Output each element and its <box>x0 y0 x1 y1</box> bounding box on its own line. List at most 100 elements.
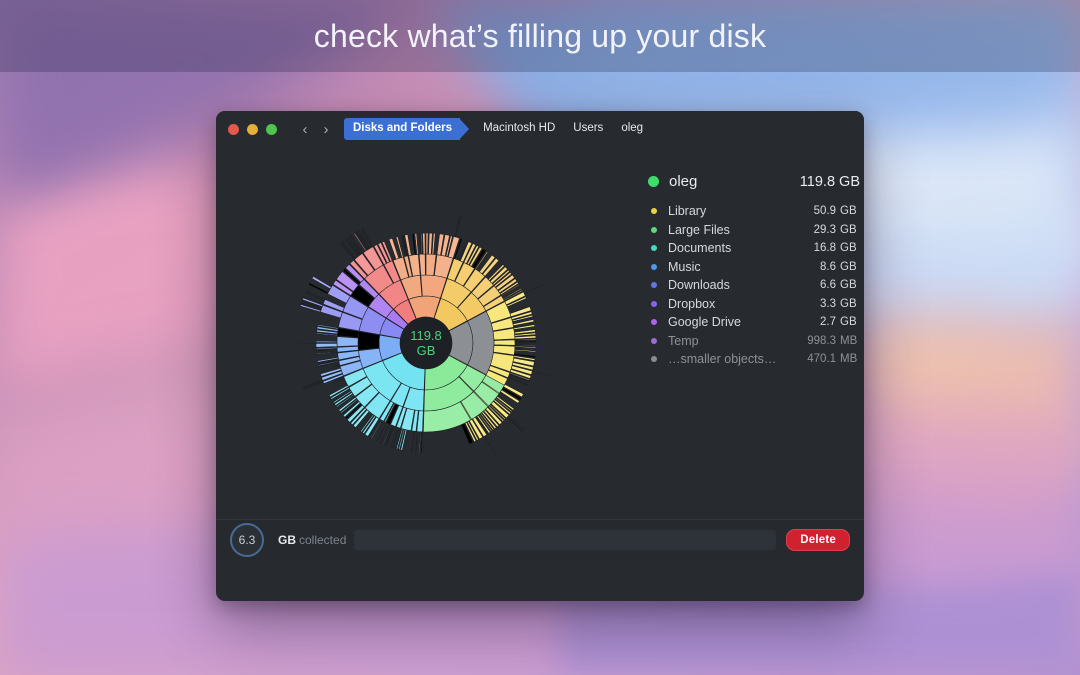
zoom-button[interactable] <box>266 123 277 135</box>
sunburst-segment[interactable] <box>302 380 323 389</box>
sunburst-segment[interactable] <box>506 416 524 432</box>
collected-gauge-value: 6.3 <box>238 533 256 547</box>
legend-item-size-unit: GB <box>840 223 857 236</box>
sunburst-chart[interactable]: 119.8 GB <box>216 147 636 560</box>
legend-item-size-number: 16.8 <box>813 242 836 255</box>
legend-row[interactable]: …smaller objects… 470.1 MB <box>648 350 860 369</box>
collected-word: collected <box>299 533 347 547</box>
sunburst-segment[interactable] <box>420 431 423 454</box>
legend-item-size: 50.9 GB <box>814 205 860 217</box>
legend-item-size-number: 6.6 <box>820 279 836 292</box>
sunburst-segment[interactable] <box>418 431 422 454</box>
legend-row[interactable]: Large Files 29.3 GB <box>648 221 860 240</box>
collected-progress-track <box>354 530 777 550</box>
legend-root-row[interactable]: oleg 119.8 GB <box>648 173 860 190</box>
legend-bullet-icon <box>651 356 657 363</box>
legend-item-size: 3.3 GB <box>820 298 860 310</box>
legend-item-size: 2.7 GB <box>820 316 860 328</box>
sunburst-segment[interactable] <box>418 253 426 276</box>
legend-item-label: Dropbox <box>668 296 716 311</box>
legend-bullet-icon <box>651 337 657 344</box>
sunburst-segment[interactable] <box>357 331 380 351</box>
legend-root-label: oleg <box>669 173 698 190</box>
legend-list: Library 50.9 GB Large Files 29.3 GB Documents 1… <box>648 202 860 369</box>
legend-bullet-icon <box>651 208 657 215</box>
legend-item-label: Large Files <box>668 222 730 237</box>
sunburst-segment[interactable] <box>493 339 516 346</box>
collected-label: GB collected <box>278 533 346 547</box>
back-chevron-icon[interactable]: ‹ <box>297 119 313 139</box>
legend-item-label: …smaller objects… <box>668 352 777 367</box>
legend-item-size-unit: GB <box>840 205 857 218</box>
sunburst-segment[interactable] <box>514 344 537 347</box>
sunburst-segment[interactable] <box>483 435 496 455</box>
sunburst-segment[interactable] <box>514 338 537 341</box>
delete-button[interactable]: Delete <box>786 529 850 551</box>
legend-row[interactable]: Downloads 6.6 GB <box>648 276 860 295</box>
legend-item-size: 6.6 GB <box>820 279 860 291</box>
legend-item-label: Documents <box>668 241 732 256</box>
sunburst-segment[interactable] <box>420 232 423 255</box>
legend-row[interactable]: Music 8.6 GB <box>648 258 860 277</box>
breadcrumb-item-oleg[interactable]: oleg <box>612 118 652 140</box>
collected-unit: GB <box>278 533 296 547</box>
sunburst-segment[interactable] <box>340 243 355 260</box>
legend-root-bullet-icon <box>648 176 659 187</box>
collected-gauge[interactable]: 6.3 <box>230 523 264 557</box>
forward-chevron-icon[interactable]: › <box>318 119 334 139</box>
legend-item-size-unit: GB <box>840 260 857 273</box>
close-button[interactable] <box>228 123 239 135</box>
sunburst-segment[interactable] <box>418 232 421 255</box>
sunburst-segment[interactable] <box>384 425 394 446</box>
sunburst-segment[interactable] <box>455 216 462 238</box>
sunburst-segment[interactable] <box>315 340 338 343</box>
breadcrumb-item-disks-and-folders[interactable]: Disks and Folders <box>344 118 461 140</box>
sunburst-segment[interactable] <box>532 370 554 377</box>
sunburst-segment[interactable] <box>513 324 536 330</box>
legend-item-size: 29.3 GB <box>814 224 860 236</box>
minimize-button[interactable] <box>247 123 258 135</box>
traffic-lights <box>228 123 277 135</box>
sunburst-segment[interactable] <box>514 340 537 343</box>
sunburst-segment[interactable] <box>415 431 419 453</box>
legend-row[interactable]: Documents 16.8 GB <box>648 239 860 258</box>
sunburst-segment[interactable] <box>362 227 374 248</box>
legend-item-size: 8.6 GB <box>820 261 860 273</box>
breadcrumb-item-users[interactable]: Users <box>564 118 612 140</box>
sunburst-center-unit: GB <box>417 343 436 358</box>
sunburst-segment[interactable] <box>315 343 338 348</box>
legend-item-size-unit: GB <box>840 297 857 310</box>
legend-bullet-icon <box>651 319 657 326</box>
sunburst-segment[interactable] <box>508 415 526 430</box>
legend-item-size-unit: GB <box>840 279 857 292</box>
sunburst-segment[interactable] <box>316 351 338 355</box>
sunburst-segment[interactable] <box>410 430 415 453</box>
sunburst-center-value: 119.8 <box>410 328 442 343</box>
legend-bullet-icon <box>651 263 657 270</box>
sunburst-segment[interactable] <box>360 228 373 248</box>
legend-item-size-number: 8.6 <box>820 260 836 273</box>
sunburst-segment[interactable] <box>428 232 433 255</box>
sunburst-segment[interactable] <box>425 232 429 255</box>
legend-item-size-unit: GB <box>840 316 857 329</box>
legend-row[interactable]: Dropbox 3.3 GB <box>648 295 860 314</box>
sunburst-segment[interactable] <box>303 381 324 390</box>
legend-row[interactable]: Library 50.9 GB <box>648 202 860 221</box>
sunburst-segment[interactable] <box>454 216 461 238</box>
sunburst-segment[interactable] <box>523 283 544 295</box>
promo-banner: check what’s filling up your disk <box>0 0 1080 72</box>
bottom-toolbar: 6.3 GB collected Delete <box>216 519 864 560</box>
legend-bullet-icon <box>651 245 657 252</box>
window-content: 119.8 GB oleg 119.8 GB Library 50.9 GB Larg… <box>216 147 864 560</box>
breadcrumb: Disks and Folders Macintosh HD Users ole… <box>344 118 652 140</box>
sunburst-segment[interactable] <box>514 345 537 349</box>
sunburst-segment[interactable] <box>422 232 426 255</box>
legend-item-size-number: 470.1 <box>807 353 836 366</box>
breadcrumb-item-macintosh-hd[interactable]: Macintosh HD <box>474 118 564 140</box>
legend-row[interactable]: Temp 998.3 MB <box>648 332 860 351</box>
legend-item-size: 16.8 GB <box>814 242 860 254</box>
sunburst-segment[interactable] <box>431 232 436 255</box>
sunburst-segment[interactable] <box>305 290 326 300</box>
sunburst-segment[interactable] <box>336 336 359 347</box>
legend-row[interactable]: Google Drive 2.7 GB <box>648 313 860 332</box>
